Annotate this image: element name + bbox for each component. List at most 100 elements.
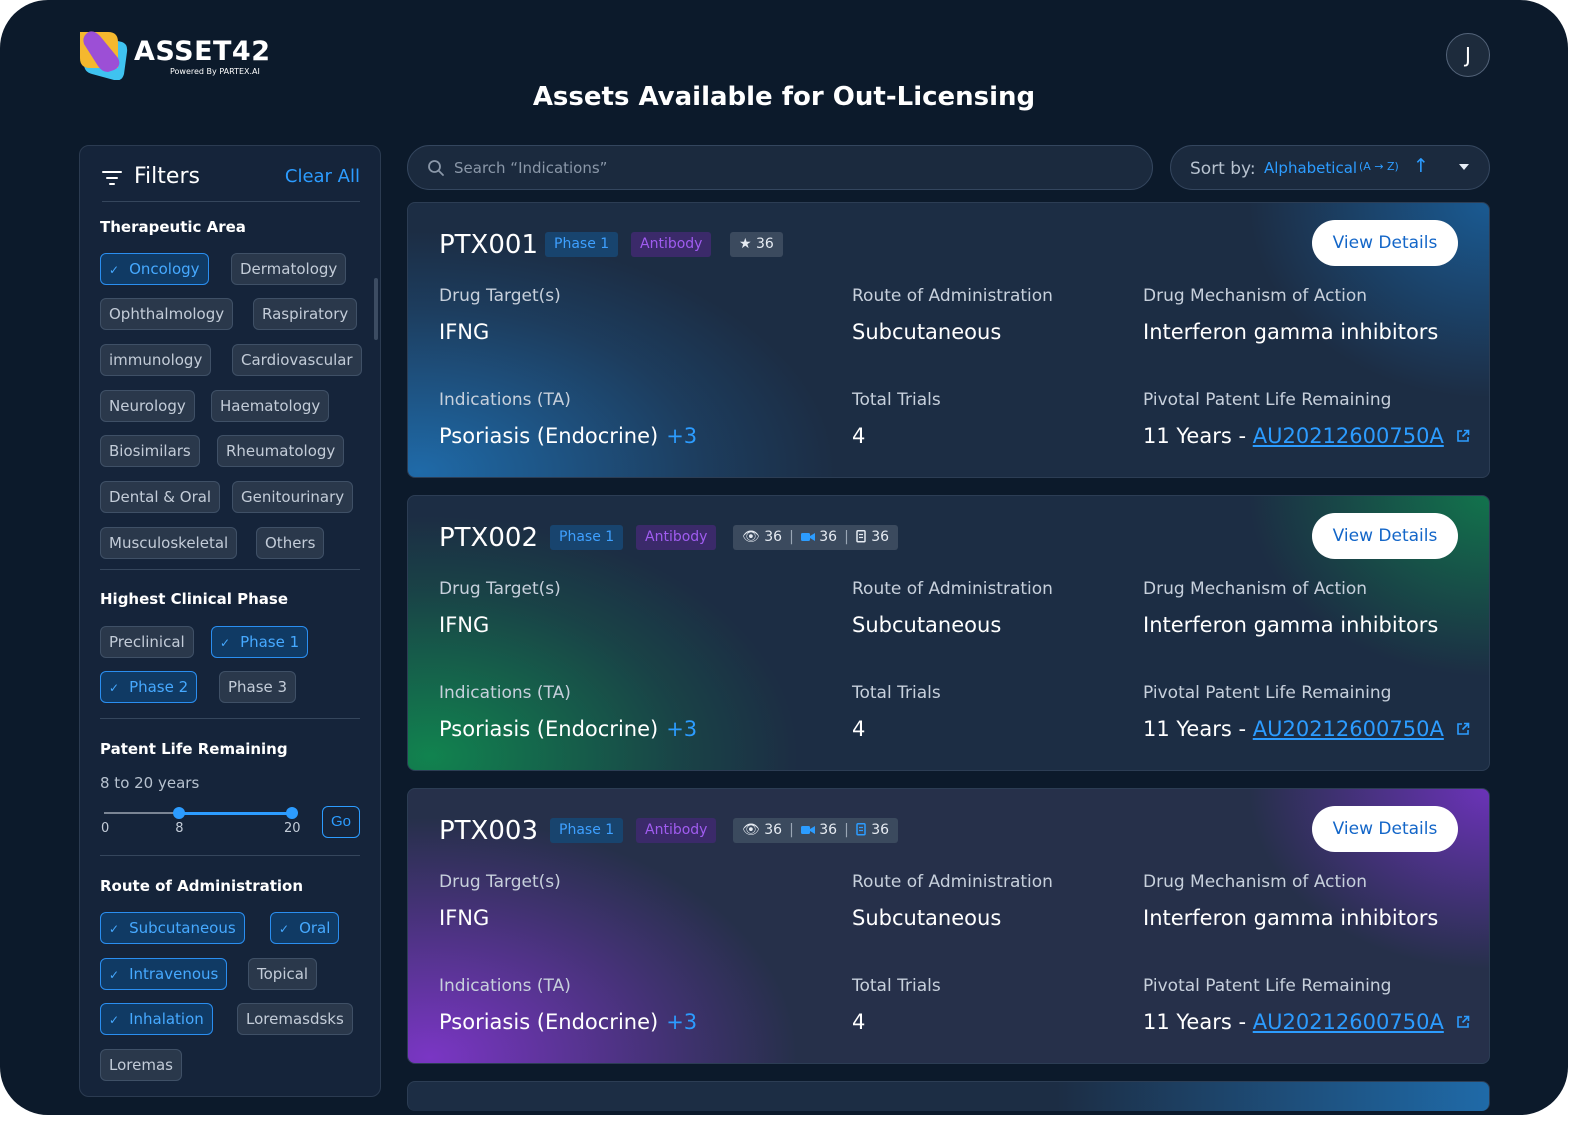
chip-label: Loremasdsks [246, 1010, 344, 1028]
moa-label: Drug Mechanism of Action [1143, 579, 1368, 599]
indications-label: Indications (TA) [439, 390, 571, 410]
patent-link[interactable]: AU20212600750A [1253, 1010, 1444, 1034]
route-label: Route of Administration [852, 579, 1053, 599]
chip-label: Intravenous [129, 965, 219, 983]
drug-target-value: IFNG [439, 320, 490, 344]
external-link-icon[interactable] [1456, 722, 1470, 736]
chip-dental-oral[interactable]: Dental & Oral [100, 481, 221, 513]
chip-cardiovascular[interactable]: Cardiovascular [232, 344, 362, 376]
total-trials-value: 4 [852, 424, 866, 448]
chip-label: Oral [299, 919, 331, 937]
star-count: 36 [756, 236, 774, 252]
total-trials-label: Total Trials [852, 390, 941, 410]
patent-range-text: 8 to 20 years [100, 774, 200, 792]
patent-link[interactable]: AU20212600750A [1253, 424, 1444, 448]
asset-card-partial [407, 1081, 1490, 1111]
sidebar-scrollbar[interactable] [374, 278, 378, 340]
chip-loremasdsks[interactable]: Loremasdsks [237, 1003, 353, 1035]
route-label: Route of Administration [852, 872, 1053, 892]
check-icon: ✓ [109, 922, 120, 936]
clear-all-button[interactable]: Clear All [285, 166, 360, 187]
route-label: Route of Administration [852, 286, 1053, 306]
document-icon [856, 823, 866, 836]
section-divider [100, 569, 360, 570]
chip-label: Raspiratory [262, 305, 349, 323]
chip-oral[interactable]: ✓ Oral [270, 912, 340, 944]
stats-badge: 👁 36 | 36 | 36 [733, 525, 899, 550]
sort-dropdown[interactable]: Sort by: Alphabetical (A → Z) ↑ [1170, 145, 1490, 190]
slider-handle-min[interactable] [173, 807, 186, 819]
asset-card: PTX003 Phase 1 Antibody 👁 36 | 36 | 36 Vie… [407, 788, 1490, 1064]
patent-slider-fill [179, 812, 292, 815]
external-link-icon[interactable] [1456, 429, 1470, 443]
view-details-button[interactable]: View Details [1312, 513, 1458, 559]
indication-text: Psoriasis (Endocrine) [439, 1010, 659, 1034]
check-icon: ✓ [109, 968, 120, 982]
user-avatar[interactable]: J [1446, 33, 1490, 77]
chip-label: Preclinical [109, 633, 185, 651]
filter-icon [102, 171, 122, 185]
route-value: Subcutaneous [852, 320, 1002, 344]
indications-label: Indications (TA) [439, 683, 571, 703]
brand-tagline: Powered By PARTEX.AI [170, 67, 260, 76]
document-count: 36 [871, 822, 890, 838]
view-details-button[interactable]: View Details [1312, 220, 1458, 266]
chip-preclinical[interactable]: Preclinical [100, 626, 194, 658]
more-indications-link[interactable]: +3 [666, 717, 697, 741]
chip-raspiratory[interactable]: Raspiratory [253, 298, 358, 330]
more-indications-link[interactable]: +3 [666, 424, 697, 448]
patent-go-button[interactable]: Go [322, 806, 360, 838]
chip-haematology[interactable]: Haematology [211, 390, 330, 422]
chip-rheumatology[interactable]: Rheumatology [217, 435, 345, 467]
sort-direction-icon[interactable]: ↑ [1413, 155, 1429, 177]
search-bar[interactable] [407, 145, 1153, 190]
total-trials-value: 4 [852, 717, 866, 741]
chip-oncology[interactable]: ✓ Oncology [100, 253, 209, 285]
chip-intravenous[interactable]: ✓ Intravenous [100, 958, 228, 990]
chip-phase-3[interactable]: Phase 3 [219, 671, 297, 703]
filters-header: Filters Clear All [102, 162, 360, 202]
chip-neurology[interactable]: Neurology [100, 390, 195, 422]
patent-link[interactable]: AU20212600750A [1253, 717, 1444, 741]
chip-label: Inhalation [129, 1010, 204, 1028]
view-details-button[interactable]: View Details [1312, 806, 1458, 852]
chip-label: Subcutaneous [129, 919, 236, 937]
patent-value: 11 Years - AU20212600750A [1143, 1010, 1470, 1034]
chip-phase-1[interactable]: ✓ Phase 1 [211, 626, 309, 658]
chip-immunology[interactable]: immunology [100, 344, 212, 376]
clinical-phase-title: Highest Clinical Phase [100, 590, 288, 608]
stat-separator: | [844, 822, 849, 838]
sort-order: (A → Z) [1359, 160, 1399, 173]
chip-inhalation[interactable]: ✓ Inhalation [100, 1003, 213, 1035]
chip-musculoskeletal[interactable]: Musculoskeletal [100, 527, 238, 559]
chip-phase-2[interactable]: ✓ Phase 2 [100, 671, 198, 703]
search-input[interactable] [454, 155, 1114, 181]
chip-label: Cardiovascular [241, 351, 353, 369]
check-icon: ✓ [109, 1013, 120, 1027]
indications-value: Psoriasis (Endocrine) +3 [439, 717, 697, 741]
chip-genitourinary[interactable]: Genitourinary [232, 481, 354, 513]
check-icon: ✓ [109, 263, 120, 277]
brand-logo[interactable]: ASSET42 Powered By PARTEX.AI [78, 28, 278, 84]
chip-dermatology[interactable]: Dermatology [231, 253, 347, 285]
video-count: 36 [819, 529, 838, 545]
external-link-icon[interactable] [1456, 1015, 1470, 1029]
video-icon [800, 533, 815, 541]
stats-badge: 👁 36 | 36 | 36 [733, 818, 899, 843]
chip-ophthalmology[interactable]: Ophthalmology [100, 298, 234, 330]
type-badge: Antibody [636, 818, 717, 843]
total-trials-label: Total Trials [852, 683, 941, 703]
indications-value: Psoriasis (Endocrine) +3 [439, 424, 697, 448]
more-indications-link[interactable]: +3 [666, 1010, 697, 1034]
slider-handle-max[interactable] [286, 807, 298, 819]
chip-subcutaneous[interactable]: ✓ Subcutaneous [100, 912, 245, 944]
chip-label: Genitourinary [241, 488, 345, 506]
slider-tick-low: 8 [175, 821, 184, 836]
check-icon: ✓ [279, 922, 290, 936]
chip-others[interactable]: Others [256, 527, 325, 559]
chip-topical[interactable]: Topical [248, 958, 318, 990]
patent-label: Pivotal Patent Life Remaining [1143, 683, 1392, 703]
chip-biosimilars[interactable]: Biosimilars [100, 435, 200, 467]
chip-loremas[interactable]: Loremas [100, 1049, 182, 1081]
drug-target-label: Drug Target(s) [439, 579, 561, 599]
